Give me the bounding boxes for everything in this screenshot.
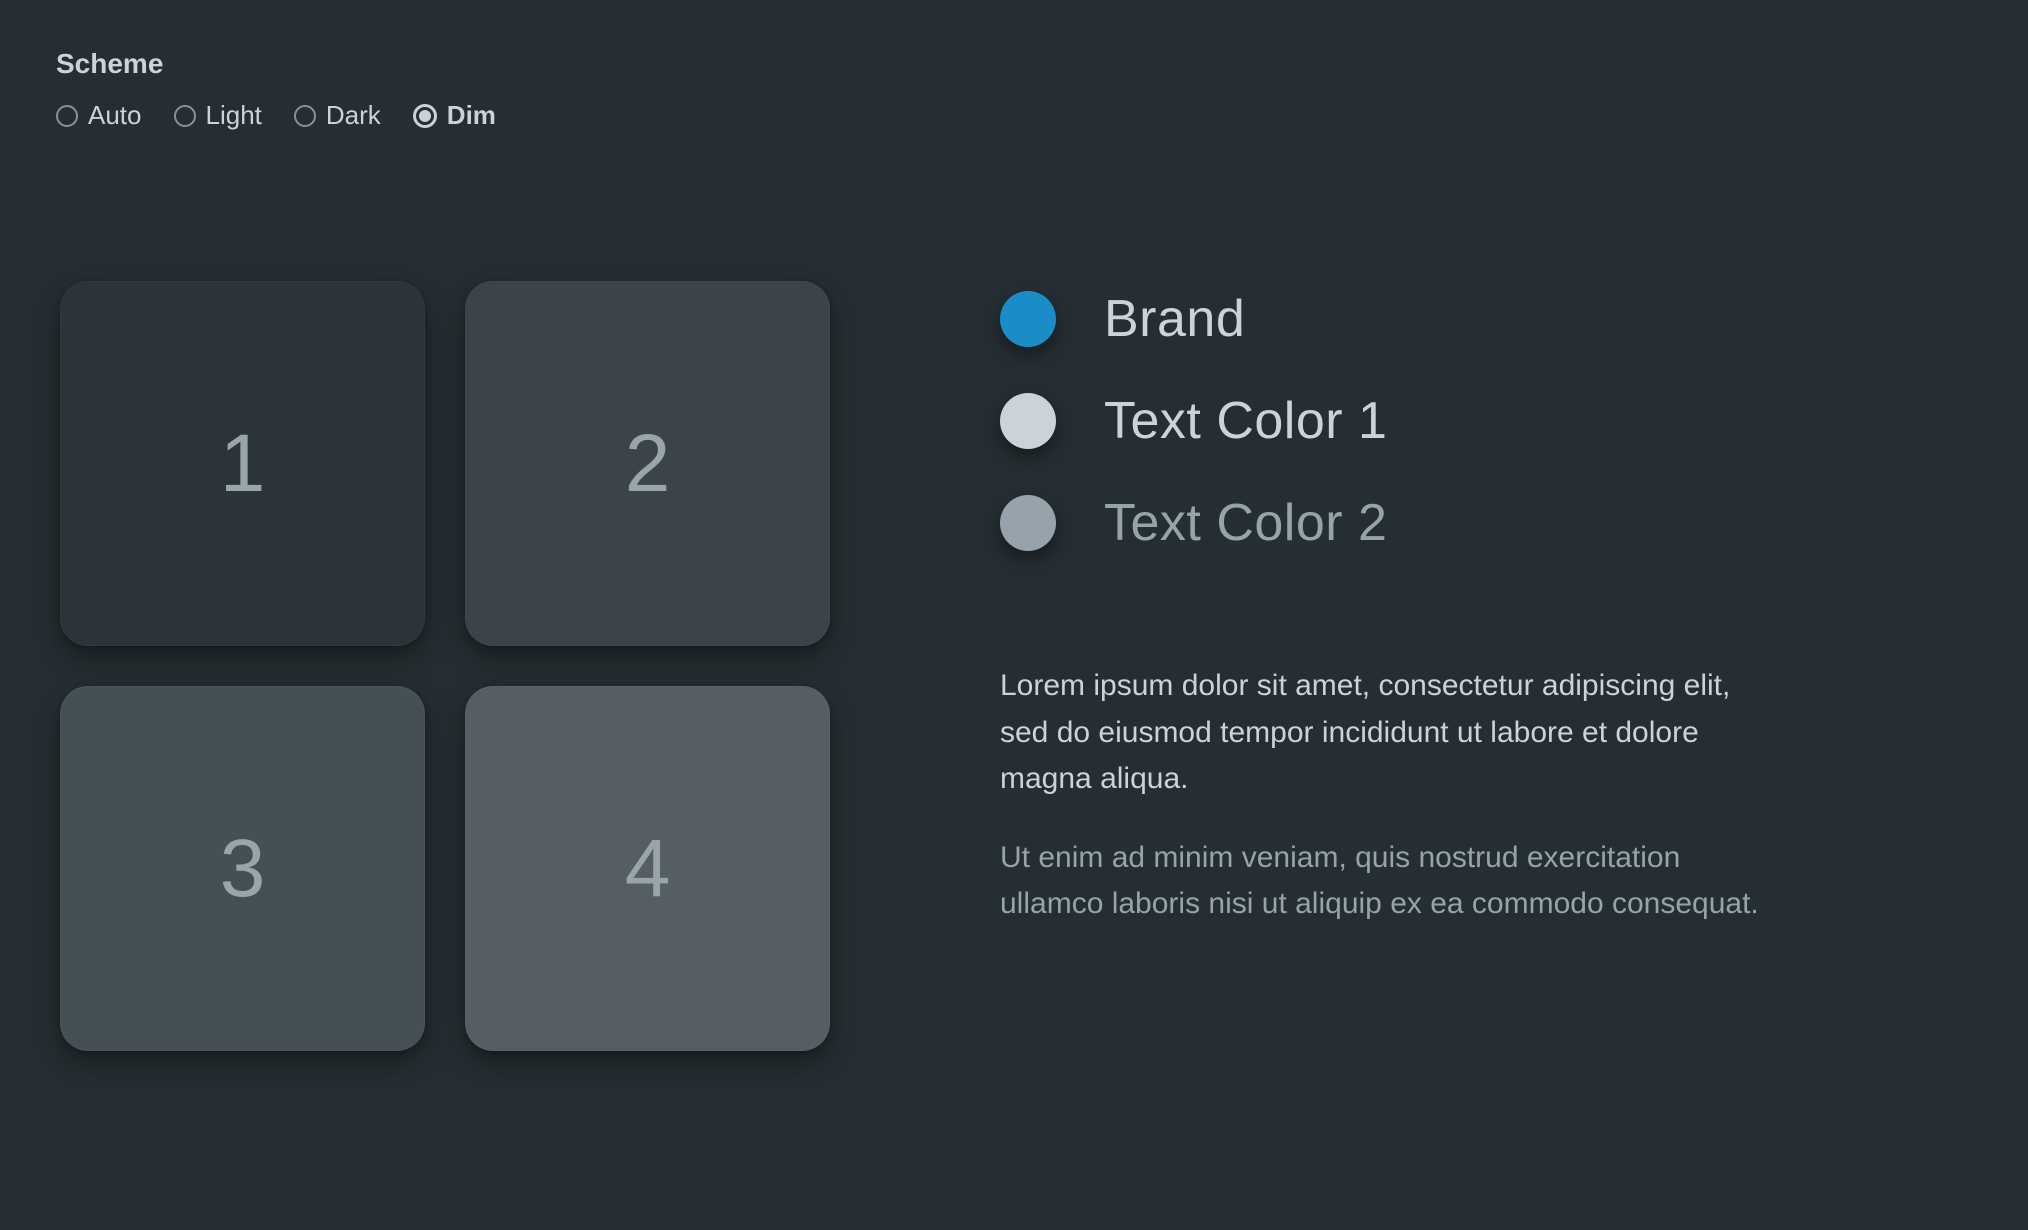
scheme-option-label: Light	[206, 100, 262, 131]
scheme-option-auto[interactable]: Auto	[56, 100, 142, 131]
radio-icon	[294, 105, 316, 127]
elevation-tile-grid: 1 2 3 4	[60, 281, 830, 1051]
scheme-radio-group: Auto Light Dark Dim	[56, 100, 1972, 131]
radio-icon	[56, 105, 78, 127]
elevation-tile-2: 2	[465, 281, 830, 646]
color-info-column: Brand Text Color 1 Text Color 2 Lorem ip…	[1000, 281, 1972, 1051]
color-row-brand: Brand	[1000, 289, 1972, 349]
color-row-text2: Text Color 2	[1000, 493, 1972, 553]
sample-paragraph-1: Lorem ipsum dolor sit amet, consectetur …	[1000, 663, 1780, 803]
scheme-option-label: Dark	[326, 100, 381, 131]
color-swatch-text2	[1000, 495, 1056, 551]
color-label-text2: Text Color 2	[1104, 493, 1387, 553]
color-label-text1: Text Color 1	[1104, 391, 1387, 451]
elevation-tile-1: 1	[60, 281, 425, 646]
tile-number: 3	[220, 822, 266, 916]
scheme-option-label: Auto	[88, 100, 142, 131]
color-swatch-text1	[1000, 393, 1056, 449]
elevation-tile-4: 4	[465, 686, 830, 1051]
tile-number: 2	[625, 417, 671, 511]
color-swatch-brand	[1000, 291, 1056, 347]
scheme-option-dark[interactable]: Dark	[294, 100, 381, 131]
page-root: Scheme Auto Light Dark Dim 1 2 3	[0, 0, 2028, 1099]
elevation-tile-3: 3	[60, 686, 425, 1051]
scheme-option-dim[interactable]: Dim	[413, 100, 496, 131]
radio-icon	[174, 105, 196, 127]
color-row-text1: Text Color 1	[1000, 391, 1972, 451]
sample-paragraphs: Lorem ipsum dolor sit amet, consectetur …	[1000, 663, 1972, 928]
scheme-option-label: Dim	[447, 100, 496, 131]
scheme-option-light[interactable]: Light	[174, 100, 262, 131]
scheme-heading: Scheme	[56, 48, 1972, 80]
color-label-brand: Brand	[1104, 289, 1245, 349]
color-swatch-list: Brand Text Color 1 Text Color 2	[1000, 289, 1972, 553]
tile-number: 4	[625, 822, 671, 916]
sample-paragraph-2: Ut enim ad minim veniam, quis nostrud ex…	[1000, 835, 1780, 928]
tile-number: 1	[220, 417, 266, 511]
content-row: 1 2 3 4 Brand Text Color 1	[56, 281, 1972, 1051]
radio-icon-selected	[413, 104, 437, 128]
